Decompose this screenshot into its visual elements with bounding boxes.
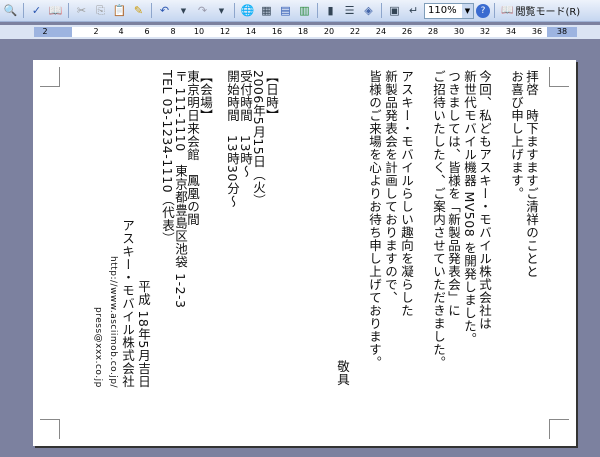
- ruler-tick: 22: [349, 27, 361, 36]
- body-line: 拝啓 時下ますますご清祥のことと: [524, 70, 539, 278]
- separator: [494, 3, 495, 18]
- drawing-icon[interactable]: ☰: [341, 2, 358, 19]
- ruler-tick: 8: [170, 27, 176, 36]
- ruler-tick: 32: [479, 27, 491, 36]
- reading-mode-button[interactable]: 📖 閲覧モード(R): [501, 3, 580, 18]
- undo-icon[interactable]: ↶: [156, 2, 173, 19]
- ruler-text-area: [72, 27, 547, 37]
- spelling-icon[interactable]: ✓: [28, 2, 45, 19]
- separator: [381, 3, 382, 18]
- body-line: 皆様のご来場を心よりお待ち申し上げております。: [367, 70, 382, 369]
- ruler-tick: 34: [505, 27, 517, 36]
- tables-borders-icon[interactable]: ▦: [258, 2, 275, 19]
- zoom-select[interactable]: 110% ▼: [424, 2, 474, 19]
- ruler-tick: 2: [42, 27, 48, 36]
- format-painter-icon[interactable]: ✎: [130, 2, 147, 19]
- ruler-margin-left: [34, 27, 72, 37]
- document-map-icon[interactable]: ◈: [360, 2, 377, 19]
- body-line: 今回、私どもアスキー・モバイル株式会社は: [477, 70, 492, 330]
- venue-heading: 【会場】: [198, 70, 213, 122]
- ruler-tick: 30: [453, 27, 465, 36]
- body-line: アスキー・モバイルらしい趣向を凝らした: [399, 70, 414, 317]
- margin-corner: [549, 419, 569, 439]
- ruler-tick: 4: [118, 27, 124, 36]
- zoom-value: 110%: [428, 4, 457, 16]
- venue-phone: TEL 03-1234-1110（代表）: [160, 70, 175, 246]
- body-line: つきましては、皆様を「新製品発表会」に: [446, 70, 461, 317]
- body-line: お喜び申し上げます。: [509, 70, 524, 200]
- ruler-tick: 10: [193, 27, 205, 36]
- ruler-tick: 36: [531, 27, 543, 36]
- ruler-tick: 26: [401, 27, 413, 36]
- insert-table-icon[interactable]: ▤: [277, 2, 294, 19]
- redo-dropdown-icon[interactable]: ▼: [213, 2, 230, 19]
- schedule-start: 開始時間 13時30分～: [225, 70, 240, 208]
- schedule-date: 2006年5月15日（火）: [251, 70, 266, 208]
- research-icon[interactable]: 📖: [47, 2, 64, 19]
- ruler-tick: 14: [245, 27, 257, 36]
- venue-address: 〒 111-1110 東京都豊島区池袋 1-2-3: [173, 70, 188, 309]
- ruler-tick: 12: [219, 27, 231, 36]
- company-email[interactable]: press@xxx.co.jp: [91, 307, 105, 388]
- separator: [151, 3, 152, 18]
- separator: [317, 3, 318, 18]
- margin-corner: [40, 67, 60, 87]
- separator: [234, 3, 235, 18]
- reading-mode-label: 閲覧モード(R): [515, 7, 581, 18]
- closing-keigu: 敬具: [335, 360, 350, 386]
- show-hide-icon[interactable]: ▣: [386, 2, 403, 19]
- body-line: 新世代モバイル機器 MV508 を開発しました。: [462, 70, 477, 346]
- horizontal-ruler[interactable]: 2 2 4 6 8 10 12 14 16 18 20 22 24 26 28 …: [0, 25, 600, 39]
- insert-excel-icon[interactable]: ▥: [296, 2, 313, 19]
- ruler-tick: 6: [144, 27, 150, 36]
- columns-icon[interactable]: ▮: [322, 2, 339, 19]
- standard-toolbar: 🔍 ✓ 📖 ✂ ⎘ 📋 ✎ ↶ ▼ ↷ ▼ 🌐 ▦ ▤ ▥ ▮ ☰ ◈ ▣ ↵ 11…: [0, 0, 600, 22]
- separator: [68, 3, 69, 18]
- cut-icon[interactable]: ✂: [73, 2, 90, 19]
- ruler-tick: 20: [323, 27, 335, 36]
- undo-dropdown-icon[interactable]: ▼: [175, 2, 192, 19]
- company-name: アスキー・モバイル株式会社: [120, 219, 135, 388]
- chevron-down-icon[interactable]: ▼: [462, 3, 473, 18]
- copy-icon[interactable]: ⎘: [92, 2, 109, 19]
- schedule-reception: 受付時間 13時～: [238, 70, 253, 178]
- ruler-tick: 16: [271, 27, 283, 36]
- document-page[interactable]: 拝啓 時下ますますご清祥のことと お喜び申し上げます。 今回、私どもアスキー・モ…: [33, 60, 576, 446]
- body-line: 新製品発表会を計画しておりますので、: [383, 70, 398, 304]
- company-url[interactable]: http://www.asciimob.co.jp/: [106, 256, 120, 388]
- separator: [23, 3, 24, 18]
- help-icon[interactable]: ?: [476, 3, 490, 18]
- book-icon: 📖: [501, 5, 514, 16]
- hyperlink-icon[interactable]: 🌐: [239, 2, 256, 19]
- print-preview-icon[interactable]: 🔍: [2, 2, 19, 19]
- ruler-tick: 24: [375, 27, 387, 36]
- ruler-tick: 38: [556, 27, 568, 36]
- paste-icon[interactable]: 📋: [111, 2, 128, 19]
- ruler-tick: 28: [427, 27, 439, 36]
- body-line: ご招待いたしたく、ご案内させていただきました。: [431, 70, 446, 369]
- letter-date: 平成 18年5月吉日: [136, 280, 151, 388]
- margin-corner: [40, 419, 60, 439]
- margin-corner: [549, 67, 569, 87]
- redo-icon[interactable]: ↷: [194, 2, 211, 19]
- schedule-heading: 【日時】: [264, 70, 279, 122]
- show-formatting-icon[interactable]: ↵: [405, 2, 422, 19]
- ruler-tick: 18: [297, 27, 309, 36]
- ruler-tick: 2: [93, 27, 99, 36]
